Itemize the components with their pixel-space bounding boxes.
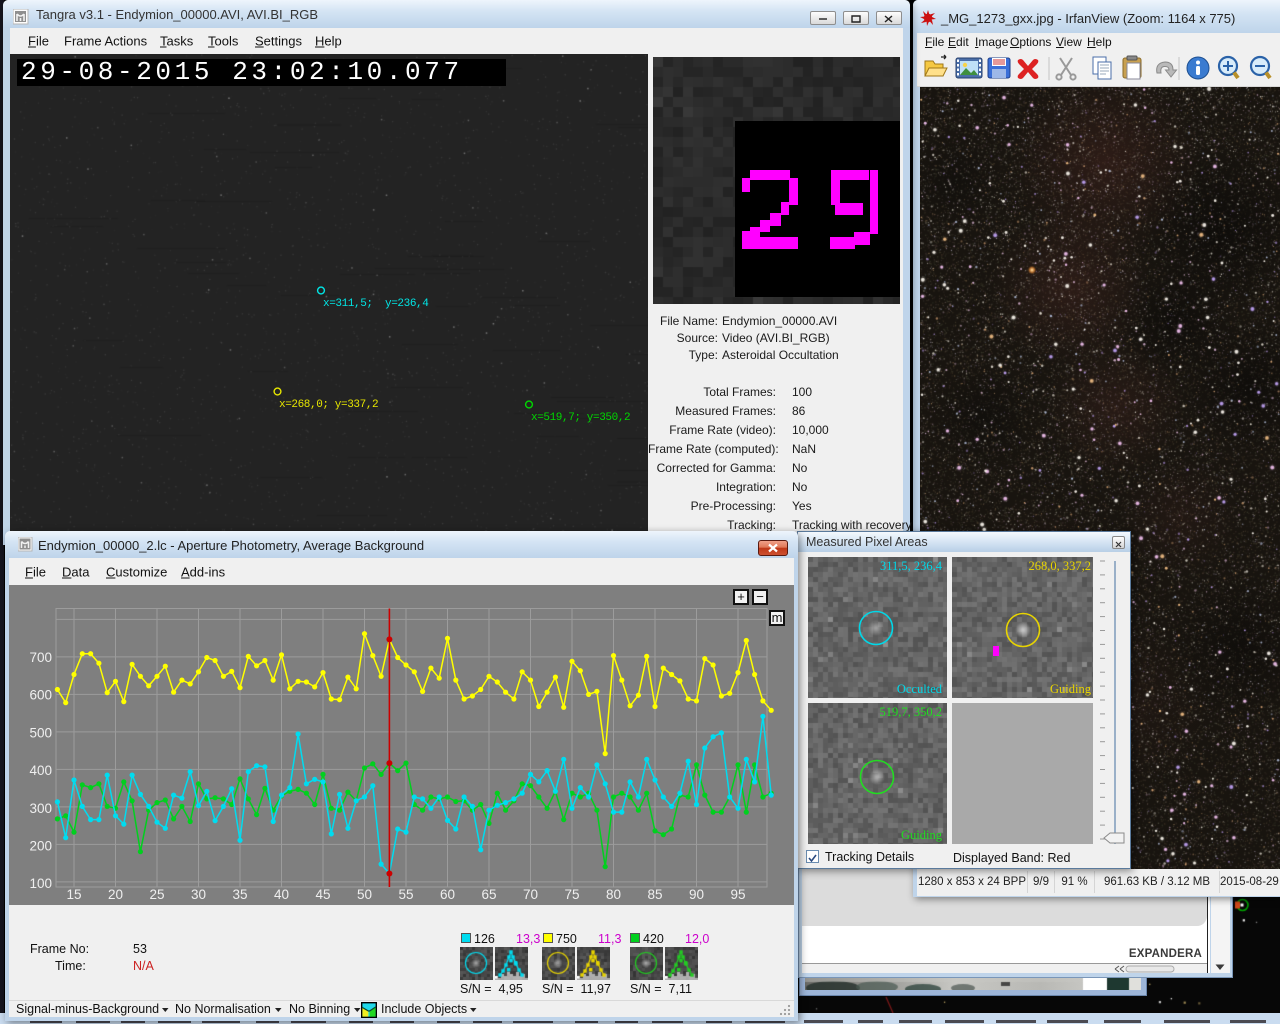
svg-text:15: 15 [66, 887, 81, 902]
svg-text:40: 40 [274, 887, 289, 902]
svg-text:30: 30 [191, 887, 206, 902]
svg-text:600: 600 [29, 688, 52, 703]
svg-text:50: 50 [357, 887, 372, 902]
svg-text:400: 400 [29, 763, 52, 778]
svg-text:25: 25 [149, 887, 164, 902]
svg-text:300: 300 [29, 801, 52, 816]
svg-text:65: 65 [481, 887, 496, 902]
svg-text:100: 100 [29, 876, 52, 891]
svg-text:20: 20 [108, 887, 123, 902]
svg-text:200: 200 [29, 839, 52, 854]
svg-text:75: 75 [564, 887, 579, 902]
svg-text:85: 85 [647, 887, 662, 902]
svg-text:60: 60 [440, 887, 455, 902]
svg-text:45: 45 [315, 887, 330, 902]
svg-text:500: 500 [29, 725, 52, 740]
svg-text:95: 95 [730, 887, 745, 902]
svg-text:55: 55 [398, 887, 413, 902]
svg-text:700: 700 [29, 650, 52, 665]
svg-text:90: 90 [689, 887, 704, 902]
svg-text:35: 35 [232, 887, 247, 902]
svg-text:80: 80 [606, 887, 621, 902]
svg-text:70: 70 [523, 887, 538, 902]
